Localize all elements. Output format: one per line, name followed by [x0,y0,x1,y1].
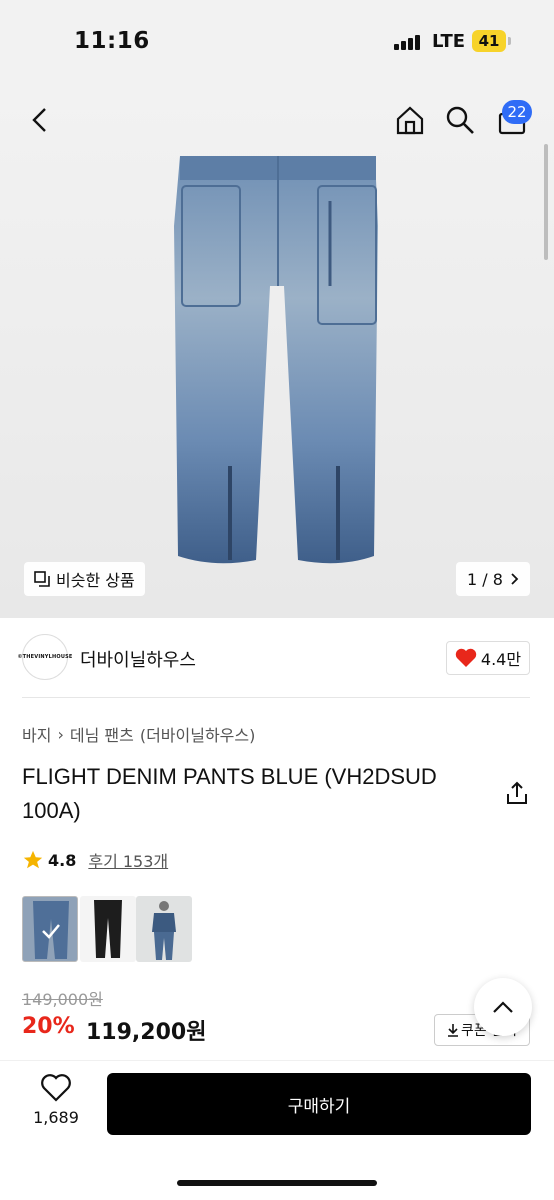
network-label: LTE [432,31,466,52]
jeans-image [174,156,378,564]
share-button[interactable] [504,780,530,806]
rating: 4.8 후기 153개 [22,848,168,872]
product-title: FLIGHT DENIM PANTS BLUE (VH2DSUD 100A) [22,764,437,823]
scrollbar[interactable] [544,144,548,260]
chevron-left-icon [32,108,46,132]
brand-like-button[interactable]: 4.4만 [446,641,530,675]
home-icon [396,106,424,135]
original-price: 149,000원 [22,990,103,1009]
breadcrumb-item[interactable]: 데님 팬츠 [70,722,134,746]
download-icon [448,1024,458,1037]
breadcrumb: 바지 › 데님 팬츠 (더바이닐하우스) [22,722,255,746]
variant-thumbnail-blue[interactable] [22,896,78,962]
breadcrumb-item[interactable]: (더바이닐하우스) [140,722,256,746]
image-pager[interactable]: 1 / 8 [456,562,530,596]
similar-products-button[interactable]: 비슷한 상품 [24,562,145,596]
chevron-up-icon [493,1001,513,1013]
review-count-link[interactable]: 후기 153개 [88,848,168,872]
product-image[interactable] [0,84,554,618]
pager-label: 1 / 8 [467,569,503,589]
brand-like-count: 4.4만 [480,650,522,669]
brand-name[interactable]: 더바이닐하우스 [80,646,196,672]
discount-rate: 20% [22,1014,75,1039]
cart-count-badge: 22 [502,100,532,124]
brand-logo-text: ©THEVINYLHOUSE [17,654,73,660]
rating-score: 4.8 [48,850,77,870]
heart-filled-icon [455,648,477,667]
status-time: 11:16 [74,28,150,54]
search-icon [446,106,474,134]
back-button[interactable] [22,102,58,138]
search-button[interactable] [442,102,478,138]
battery-icon: 41 [472,30,506,52]
wishlist-button[interactable]: 1,689 [24,1074,88,1134]
battery-nub [508,37,511,45]
status-bar: 11:16 LTE 41 [0,0,554,84]
divider [22,697,530,698]
similar-label: 비슷한 상품 [56,571,135,590]
breadcrumb-item[interactable]: 바지 [22,722,51,746]
share-icon [507,781,527,804]
heart-outline-icon [41,1074,71,1102]
chevron-right-icon [511,573,519,585]
sale-price: 119,200원 [86,1020,207,1045]
similar-icon [34,571,50,587]
variant-thumbnail-black[interactable] [80,896,136,962]
variant-thumbnail-model[interactable] [136,896,192,962]
home-button[interactable] [392,102,428,138]
star-icon [23,850,43,869]
home-indicator[interactable] [177,1180,377,1186]
brand-logo[interactable]: ©THEVINYLHOUSE [17,634,72,680]
buy-button[interactable]: 구매하기 [107,1073,531,1135]
signal-icon [394,34,424,50]
chevron-right-icon: › [57,724,64,744]
wishlist-count: 1,689 [33,1108,79,1127]
scroll-to-top-button[interactable] [474,978,532,1036]
